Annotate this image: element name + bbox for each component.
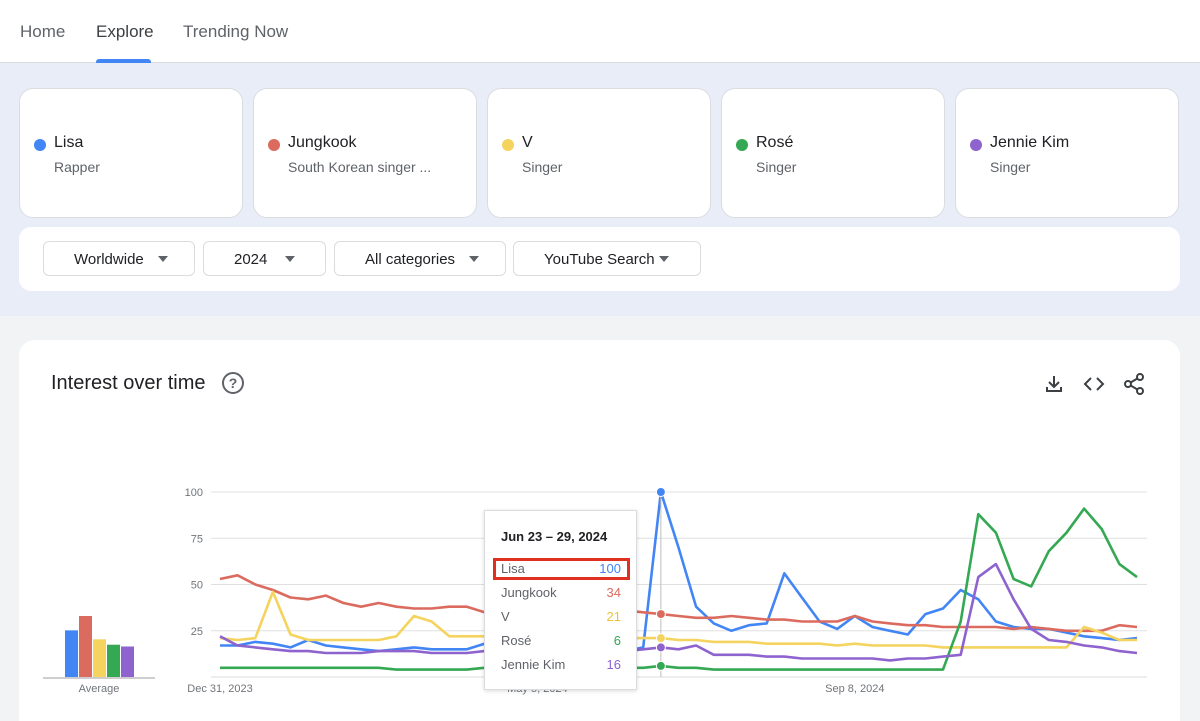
series-line-ros- (220, 507, 1138, 671)
average-bar (79, 616, 92, 677)
tooltip-row-value: 21 (606, 609, 621, 624)
average-label: Average (79, 683, 120, 695)
average-bar (65, 630, 78, 677)
y-tick-label: 100 (185, 487, 203, 499)
hover-point (655, 660, 666, 671)
y-tick-label: 25 (191, 626, 203, 638)
tooltip-row-name: Jungkook (501, 585, 557, 600)
series-line-jennie-kim (219, 562, 1138, 662)
tooltip-row-name: Rosé (501, 633, 532, 648)
average-bar (121, 646, 134, 677)
average-bar (93, 639, 106, 677)
tooltip-date: Jun 23 – 29, 2024 (501, 529, 608, 544)
average-bar (107, 644, 120, 677)
tooltip-row-name: V (501, 609, 510, 624)
tooltip-highlight-box (493, 558, 630, 580)
hover-point (655, 609, 666, 620)
y-tick-label: 75 (191, 533, 203, 545)
tooltip-row-value: 34 (606, 585, 621, 600)
hover-point (655, 633, 666, 644)
hover-point (655, 642, 666, 653)
x-tick-label: Dec 31, 2023 (187, 683, 252, 695)
tooltip-row-name: Jennie Kim (501, 657, 566, 672)
hover-point (655, 487, 666, 497)
tooltip-row-value: 6 (613, 633, 621, 648)
hover-tooltip: Jun 23 – 29, 2024 Lisa 100 Jungkook 34 V… (484, 510, 637, 690)
tooltip-row-jungkook: Jungkook 34 (501, 583, 621, 603)
x-tick-label: Sep 8, 2024 (825, 683, 884, 695)
tooltip-row-v: V 21 (501, 607, 621, 627)
tooltip-row-jennie-kim: Jennie Kim 16 (501, 655, 621, 675)
tooltip-row-value: 16 (606, 657, 621, 672)
series-line-v (219, 590, 1137, 649)
tooltip-row-rose: Rosé 6 (501, 631, 621, 651)
y-tick-label: 50 (191, 580, 203, 592)
